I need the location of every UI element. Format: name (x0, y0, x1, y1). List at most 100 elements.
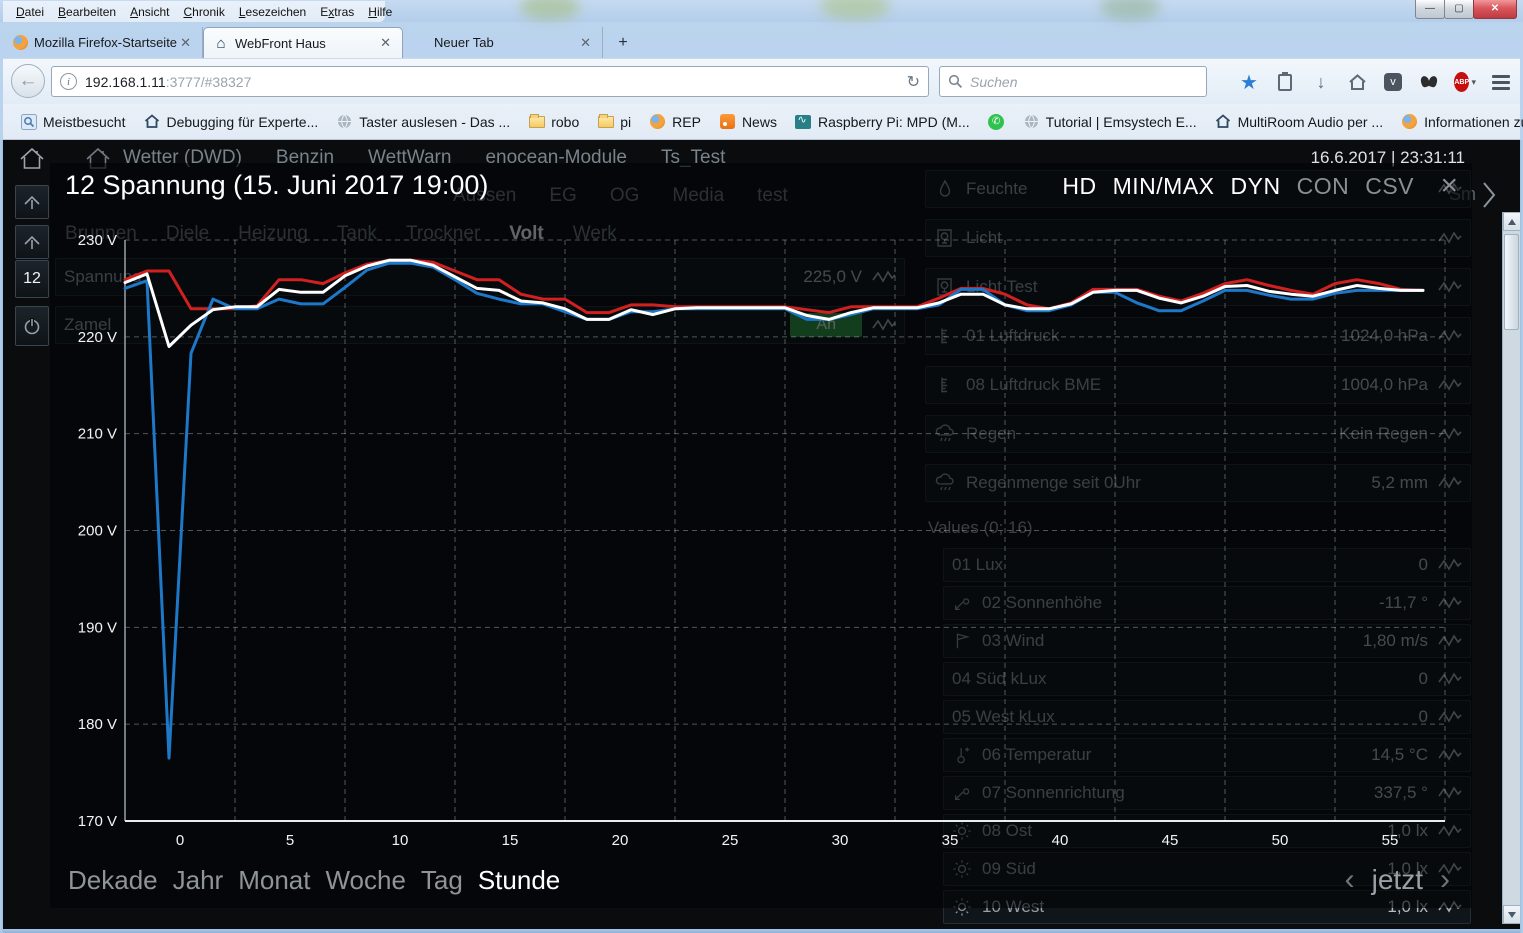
chart-dialog: 12 Spannung (15. Juni 2017 19:00) HDMIN/… (50, 163, 1472, 908)
tab-close-icon[interactable]: ✕ (178, 35, 193, 51)
now-button[interactable]: jetzt (1372, 864, 1423, 896)
chart-axis-label: 50 (1272, 832, 1289, 849)
menu-item-extras[interactable]: Extras (313, 3, 361, 21)
firefox-icon (649, 113, 666, 130)
chart-axis-label: 220 V (78, 329, 117, 346)
dialog-close-icon[interactable]: × (1440, 171, 1458, 201)
toolbar-icons: ★ ↓ v ABP▾ (1238, 64, 1512, 100)
next-period-icon[interactable]: › (1440, 865, 1450, 895)
search-placeholder: Suchen (970, 74, 1017, 90)
chart-line-series-blue (125, 263, 1423, 758)
scrollbar-thumb[interactable] (1504, 234, 1519, 330)
bookmark-item[interactable]: REP (642, 110, 708, 133)
firefox-icon (1401, 113, 1418, 130)
globe-icon (1023, 113, 1040, 130)
browser-tab[interactable]: ⌂ WebFront Haus✕ (203, 27, 403, 58)
close-button[interactable]: ✕ (1473, 0, 1517, 19)
tab-close-icon[interactable]: ✕ (378, 35, 393, 51)
chart-range-buttons: Dekade Jahr Monat Woche Tag Stunde (68, 865, 560, 896)
range-button-dekade[interactable]: Dekade (68, 865, 158, 896)
site-info-icon[interactable]: i (60, 73, 77, 90)
chart-button-dyn[interactable]: DYN (1231, 173, 1281, 200)
sidebar-up-button[interactable] (15, 185, 49, 219)
downloads-icon[interactable]: ↓ (1310, 71, 1332, 93)
window-titlebar: DateiBearbeitenAnsichtChronikLesezeichen… (0, 0, 1523, 22)
scroll-down-icon[interactable] (1503, 905, 1520, 924)
browser-tab[interactable]: Neuer Tab✕ (403, 27, 603, 58)
bookmark-item[interactable]: Informationen zur Feh... (1394, 110, 1523, 133)
chart-axis-label: 40 (1052, 832, 1069, 849)
tab-title: WebFront Haus (235, 36, 378, 51)
chart-axis-label: 0 (176, 832, 184, 849)
range-button-monat[interactable]: Monat (238, 865, 310, 896)
bookmark-item[interactable]: Tutorial | Emsystech E... (1016, 110, 1204, 133)
adblock-icon[interactable]: ABP▾ (1454, 71, 1476, 93)
browser-tab[interactable]: Mozilla Firefox-Startseite✕ (3, 27, 203, 58)
scroll-up-icon[interactable] (1503, 212, 1520, 231)
bookmark-item[interactable]: Meistbesucht (13, 110, 132, 133)
menu-item-ansicht[interactable]: Ansicht (123, 3, 176, 21)
chart-axis-label: 180 V (78, 716, 117, 733)
bookmark-item[interactable]: pi (590, 110, 638, 133)
home-icon (1215, 113, 1232, 130)
tabstrip-next-icon[interactable] (1480, 178, 1498, 212)
bookmark-label: Meistbesucht (43, 114, 125, 130)
menu-item-lesezeichen[interactable]: Lesezeichen (232, 3, 313, 21)
menu-item-chronik[interactable]: Chronik (176, 3, 231, 21)
back-button[interactable]: ← (11, 64, 45, 98)
rss-icon (719, 113, 736, 130)
chart-button-hd[interactable]: HD (1062, 173, 1096, 200)
bookmark-item[interactable]: robo (521, 110, 586, 133)
maximize-button[interactable]: ▢ (1444, 0, 1474, 19)
desktop-glare (820, 0, 890, 20)
home-icon[interactable] (1346, 71, 1368, 93)
bookmark-label: Tutorial | Emsystech E... (1046, 114, 1197, 130)
menu-item-hilfe[interactable]: Hilfe (361, 3, 399, 21)
bookmark-item[interactable]: Raspberry Pi: MPD (M... (788, 110, 977, 133)
minimize-button[interactable]: — (1415, 0, 1445, 19)
reading-list-icon[interactable] (1274, 71, 1296, 93)
chart-button-csv[interactable]: CSV (1365, 173, 1414, 200)
tab-title: Mozilla Firefox-Startseite (34, 35, 178, 50)
tab-close-icon[interactable]: ✕ (578, 35, 593, 51)
range-button-woche[interactable]: Woche (325, 865, 405, 896)
bookmark-item[interactable]: ✆ (981, 110, 1012, 133)
menu-hamburger-icon[interactable] (1490, 71, 1512, 93)
reload-icon[interactable]: ↻ (907, 72, 920, 92)
bookmark-item[interactable]: Taster auslesen - Das ... (329, 110, 517, 133)
range-button-jahr[interactable]: Jahr (173, 865, 224, 896)
prev-period-icon[interactable]: ‹ (1345, 865, 1355, 895)
webfront-page: Wetter (DWD)BenzinWettWarnenocean-Module… (3, 140, 1520, 929)
sidebar-item-12[interactable]: 12 (15, 260, 49, 298)
sidebar-power-button[interactable] (15, 306, 49, 346)
bookmark-label: Informationen zur Feh... (1424, 114, 1523, 130)
url-bar[interactable]: i 192.168.1.11:3777/#38327 ↻ (51, 66, 929, 97)
addon-moth-icon[interactable] (1418, 71, 1440, 93)
voltage-line-chart[interactable]: 230 V220 V210 V200 V190 V180 V170 V05101… (50, 163, 1472, 908)
new-tab-button[interactable]: + (609, 31, 637, 55)
bookmarks-bar: Meistbesucht Debugging für Experte...Tast… (3, 104, 1520, 140)
range-button-stunde[interactable]: Stunde (478, 865, 560, 896)
search-bar[interactable]: Suchen (939, 66, 1207, 97)
bookmark-item[interactable]: Debugging für Experte... (136, 110, 325, 133)
menu-item-datei[interactable]: Datei (9, 3, 51, 21)
house-icon: ⌂ (213, 35, 229, 51)
chart-button-min-max[interactable]: MIN/MAX (1113, 173, 1215, 200)
sidebar-up-button[interactable] (15, 225, 49, 259)
wave-icon (795, 113, 812, 130)
pocket-icon[interactable]: v (1382, 71, 1404, 93)
chart-button-con[interactable]: CON (1297, 173, 1350, 200)
bookmark-star-icon[interactable]: ★ (1238, 71, 1260, 93)
range-button-tag[interactable]: Tag (421, 865, 463, 896)
menu-item-bearbeiten[interactable]: Bearbeiten (51, 3, 123, 21)
chart-axis-label: 230 V (78, 232, 117, 249)
page-scrollbar[interactable] (1502, 212, 1520, 924)
sidebar-home-icon[interactable] (17, 146, 47, 172)
chart-axis-label: 35 (942, 832, 959, 849)
chart-axis-label: 10 (392, 832, 409, 849)
chart-axis-label: 170 V (78, 813, 117, 830)
navigation-toolbar: ← i 192.168.1.11:3777/#38327 ↻ Suchen ★ … (3, 58, 1520, 104)
bookmark-item[interactable]: MultiRoom Audio per ... (1208, 110, 1391, 133)
bookmark-item[interactable]: News (712, 110, 784, 133)
bookmark-label: robo (551, 114, 579, 130)
